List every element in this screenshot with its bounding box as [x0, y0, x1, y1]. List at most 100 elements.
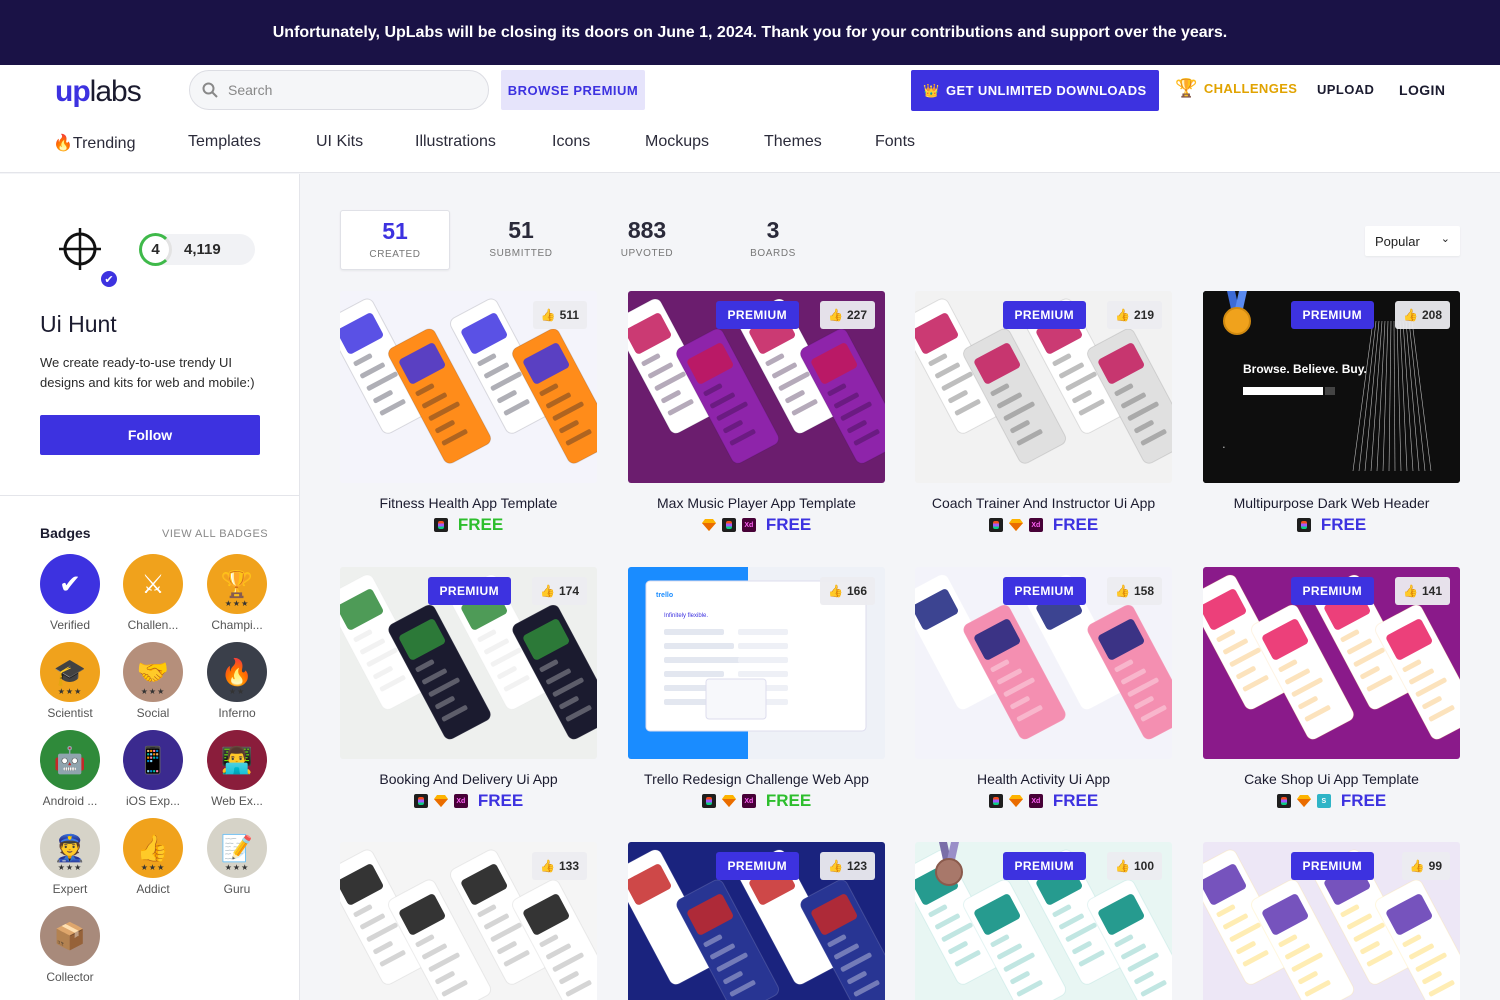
category-fonts[interactable]: Fonts	[875, 133, 915, 151]
badge-item[interactable]: 👍 ★★★ Addict	[123, 818, 183, 896]
stat-created-tab[interactable]: 51 CREATED	[340, 210, 450, 270]
price-label: FREE	[1320, 515, 1367, 534]
challenges-link[interactable]: 🏆 CHALLENGES	[1175, 78, 1297, 99]
like-count[interactable]: 👍 133	[532, 852, 587, 880]
badge-item[interactable]: 📱 iOS Exp...	[123, 730, 183, 808]
shot-thumbnail[interactable]: PREMIUM 👍 123	[628, 842, 885, 1000]
badge-item[interactable]: 👨‍💻 Web Ex...	[207, 730, 267, 808]
badge-stars: ★★★	[224, 599, 250, 608]
shot-card[interactable]: PREMIUM 👍 227 Max Music Player App Template…	[628, 291, 885, 535]
shot-title[interactable]: Coach Trainer And Instructor Ui App	[915, 495, 1172, 511]
grad-cap-icon: 🎓 ★★★	[40, 642, 100, 702]
shot-card[interactable]: PREMIUM 👍 100	[915, 842, 1172, 1000]
category-illustrations[interactable]: Illustrations	[415, 133, 496, 151]
badge-item[interactable]: 📦 Collector	[40, 906, 100, 984]
shot-card[interactable]: PREMIUM 👍 174 Booking And Delivery Ui App Xd…	[340, 567, 597, 811]
shot-card[interactable]: PREMIUM 👍 219 Coach Trainer And Instructor …	[915, 291, 1172, 535]
shot-thumbnail[interactable]: PREMIUM 👍 158	[915, 567, 1172, 759]
adobe-xd-icon: Xd	[741, 518, 756, 532]
login-link[interactable]: LOGIN	[1399, 82, 1445, 98]
like-count[interactable]: 👍 219	[1107, 301, 1162, 329]
shot-thumbnail[interactable]: PREMIUM 👍 141	[1203, 567, 1460, 759]
shot-thumbnail[interactable]: 👍 511	[340, 291, 597, 483]
shot-card[interactable]: 👍 133	[340, 842, 597, 1000]
category-icons[interactable]: Icons	[552, 133, 590, 151]
shot-meta: FREE	[340, 515, 597, 535]
thumbs-up-icon: 👍	[540, 584, 555, 598]
browse-premium-button[interactable]: BROWSE PREMIUM	[501, 70, 645, 110]
shot-title[interactable]: Cake Shop Ui App Template	[1203, 771, 1460, 787]
thumb-logo: trello	[656, 592, 673, 599]
category-ui-kits[interactable]: UI Kits	[316, 133, 363, 151]
shot-card[interactable]: trello Infinitely flexible. 👍 166 Trello Red…	[628, 567, 885, 811]
shot-thumbnail[interactable]: PREMIUM 👍 100	[915, 842, 1172, 1000]
search-input[interactable]	[228, 82, 468, 98]
shot-thumbnail[interactable]: PREMIUM 👍 174	[340, 567, 597, 759]
shot-card[interactable]: 👍 511 Fitness Health App Template FREE	[340, 291, 597, 535]
shot-title[interactable]: Booking And Delivery Ui App	[340, 771, 597, 787]
shot-thumbnail[interactable]: PREMIUM 👍 227	[628, 291, 885, 483]
category-mockups[interactable]: Mockups	[645, 133, 709, 151]
shot-title[interactable]: Health Activity Ui App	[915, 771, 1172, 787]
badge-label: Verified	[49, 618, 91, 632]
price-label: FREE	[1052, 791, 1099, 810]
shot-card[interactable]: PREMIUM 👍 141 Cake Shop Ui App Template S FRE…	[1203, 567, 1460, 811]
badge-stars: ★★★	[57, 687, 83, 696]
shot-thumbnail[interactable]: Browse. Believe. Buy. • PREMIUM 👍 208	[1203, 291, 1460, 483]
badge-item[interactable]: 🔥 ★★ Inferno	[207, 642, 267, 720]
shot-title[interactable]: Fitness Health App Template	[340, 495, 597, 511]
badge-item[interactable]: 👮 ★★★ Expert	[40, 818, 100, 896]
like-count[interactable]: 👍 141	[1395, 577, 1450, 605]
sketch-icon	[701, 519, 716, 531]
like-count[interactable]: 👍 166	[820, 577, 875, 605]
like-count[interactable]: 👍 208	[1395, 301, 1450, 329]
shot-card[interactable]: PREMIUM 👍 99	[1203, 842, 1460, 1000]
notepad-icon: 📝 ★★★	[207, 818, 267, 878]
like-count[interactable]: 👍 100	[1107, 852, 1162, 880]
view-all-badges-link[interactable]: VIEW ALL BADGES	[162, 528, 268, 540]
badge-item[interactable]: 🤖 Android ...	[40, 730, 100, 808]
shot-card[interactable]: Browse. Believe. Buy. • PREMIUM 👍 208 Multipu…	[1203, 291, 1460, 535]
shot-title[interactable]: Trello Redesign Challenge Web App	[628, 771, 885, 787]
like-count[interactable]: 👍 227	[820, 301, 875, 329]
stat-boards-tab[interactable]: 3 BOARDS	[718, 210, 828, 270]
badge-item[interactable]: 🎓 ★★★ Scientist	[40, 642, 100, 720]
category-themes[interactable]: Themes	[764, 133, 822, 151]
crown-icon: 👑	[923, 82, 940, 98]
like-count[interactable]: 👍 511	[532, 301, 587, 329]
category-templates[interactable]: Templates	[188, 133, 261, 151]
badge-item[interactable]: 📝 ★★★ Guru	[207, 818, 267, 896]
crosshair-avatar-icon[interactable]	[55, 224, 105, 274]
stat-upvoted-tab[interactable]: 883 UPVOTED	[592, 210, 702, 270]
badge-label: Expert	[52, 882, 88, 896]
upload-link[interactable]: UPLOAD	[1317, 82, 1374, 97]
sort-dropdown[interactable]: Popular ⌄	[1365, 226, 1460, 256]
shot-thumbnail[interactable]: PREMIUM 👍 219	[915, 291, 1172, 483]
badge-item[interactable]: 🤝 ★★★ Social	[123, 642, 183, 720]
adobe-xd-icon: Xd	[1028, 794, 1043, 808]
shot-thumbnail[interactable]: PREMIUM 👍 99	[1203, 842, 1460, 1000]
follow-button[interactable]: Follow	[40, 415, 260, 455]
search-box[interactable]	[189, 70, 489, 110]
badge-stars: ★★★	[140, 863, 166, 872]
get-unlimited-downloads-button[interactable]: 👑 GET UNLIMITED DOWNLOADS	[911, 70, 1159, 111]
trophy-icon: 🏆 ★★★	[207, 554, 267, 614]
uplabs-logo[interactable]: uplabs	[55, 75, 142, 109]
stat-submitted-tab[interactable]: 51 SUBMITTED	[466, 210, 576, 270]
shot-thumbnail[interactable]: trello Infinitely flexible. 👍 166	[628, 567, 885, 759]
badge-item[interactable]: ⚔ Challen...	[123, 554, 183, 632]
shot-title[interactable]: Max Music Player App Template	[628, 495, 885, 511]
like-count[interactable]: 👍 123	[820, 852, 875, 880]
price-label: FREE	[765, 791, 812, 810]
shot-card[interactable]: PREMIUM 👍 158 Health Activity Ui App Xd FREE	[915, 567, 1172, 811]
shot-thumbnail[interactable]: 👍 133	[340, 842, 597, 1000]
category-trending[interactable]: 🔥Trending	[53, 133, 135, 153]
shot-title[interactable]: Multipurpose Dark Web Header	[1203, 495, 1460, 511]
like-count[interactable]: 👍 158	[1107, 577, 1162, 605]
badge-item[interactable]: 🏆 ★★★ Champi...	[207, 554, 267, 632]
thumbs-up-icon: 👍	[1403, 584, 1418, 598]
shot-card[interactable]: PREMIUM 👍 123	[628, 842, 885, 1000]
like-count[interactable]: 👍 174	[532, 577, 587, 605]
badge-item[interactable]: ✔ Verified	[40, 554, 100, 632]
like-count[interactable]: 👍 99	[1401, 852, 1450, 880]
